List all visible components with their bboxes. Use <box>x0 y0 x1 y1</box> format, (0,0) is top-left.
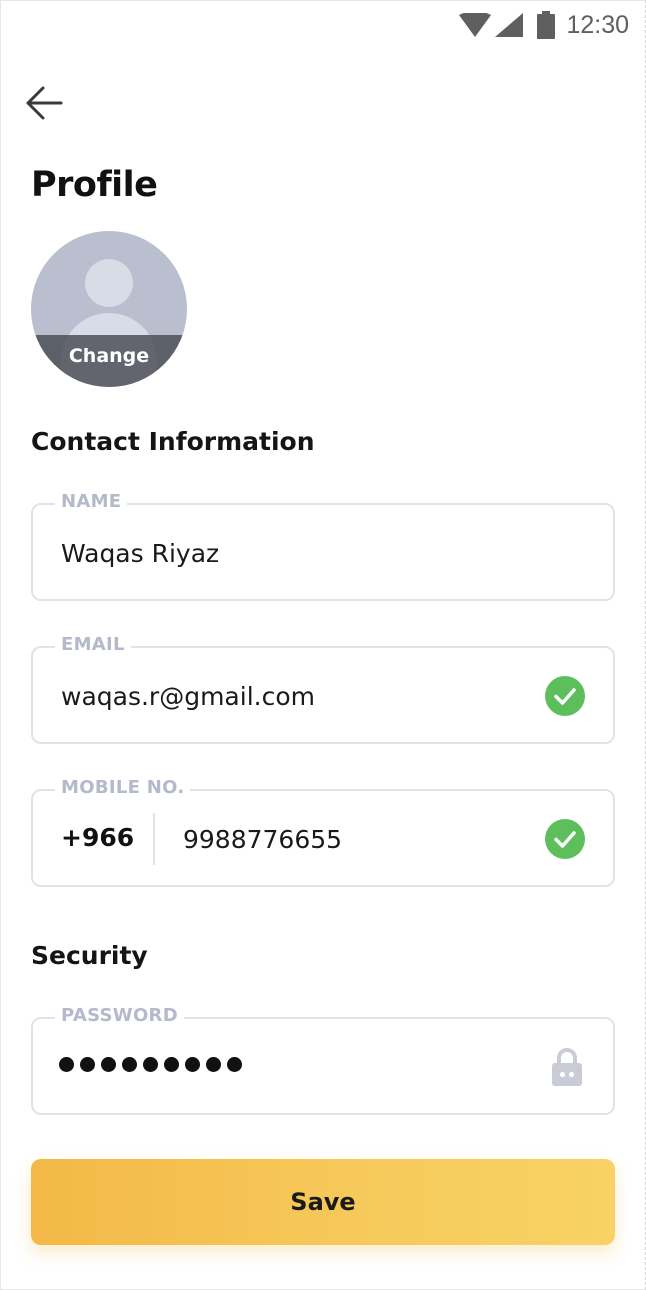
password-dot <box>143 1057 158 1072</box>
back-button[interactable] <box>23 83 67 123</box>
status-bar: 12:30 <box>1 1 645 49</box>
email-field-label: EMAIL <box>55 634 131 655</box>
save-button[interactable]: Save <box>31 1159 615 1245</box>
password-dot <box>80 1057 95 1072</box>
arrow-left-icon <box>26 86 63 120</box>
password-dot <box>185 1057 200 1072</box>
battery-icon <box>537 11 555 39</box>
password-dot <box>164 1057 179 1072</box>
name-field: NAME <box>31 491 615 601</box>
security-section-title: Security <box>31 941 148 970</box>
password-field[interactable]: PASSWORD <box>31 1005 615 1115</box>
cellular-signal-icon <box>495 13 523 37</box>
password-masked-value[interactable] <box>59 1057 242 1072</box>
password-dot <box>101 1057 116 1072</box>
password-dot <box>59 1057 74 1072</box>
password-dot <box>227 1057 242 1072</box>
avatar-head <box>85 259 133 307</box>
contact-section-title: Contact Information <box>31 427 315 456</box>
status-time: 12:30 <box>566 11 629 39</box>
avatar-change-button[interactable]: Change <box>31 231 187 387</box>
name-field-label: NAME <box>55 491 128 512</box>
lock-icon <box>552 1048 582 1086</box>
country-code-selector[interactable]: +966 <box>61 823 134 852</box>
email-field: EMAIL <box>31 634 615 744</box>
check-circle-icon <box>545 676 585 716</box>
mobile-field-label: MOBILE NO. <box>55 777 191 798</box>
country-code-divider <box>153 813 155 865</box>
wifi-icon <box>459 13 491 37</box>
name-input[interactable] <box>61 537 541 569</box>
check-circle-icon <box>545 819 585 859</box>
password-dot <box>206 1057 221 1072</box>
page-title: Profile <box>31 165 158 205</box>
password-field-label: PASSWORD <box>55 1005 184 1026</box>
screen: 12:30 Profile Change Contact Information… <box>0 0 646 1290</box>
mobile-field: MOBILE NO. +966 <box>31 777 645 887</box>
avatar-change-label: Change <box>68 345 150 367</box>
email-input[interactable] <box>61 680 541 712</box>
password-dot <box>122 1057 137 1072</box>
